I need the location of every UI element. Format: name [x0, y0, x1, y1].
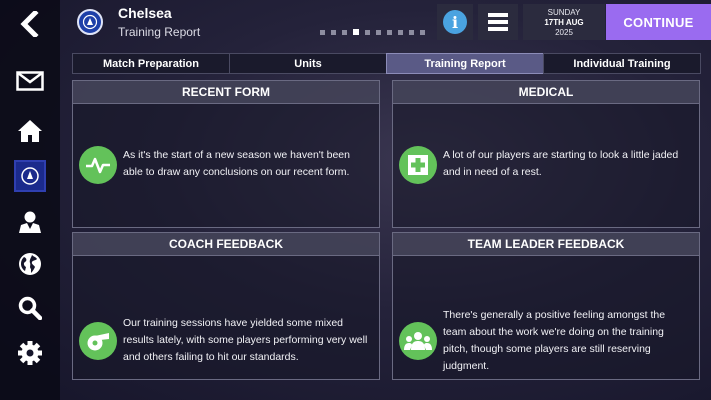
- date-main: 17TH AUG: [544, 18, 584, 27]
- whistle-icon: [79, 322, 117, 360]
- date-day: SUNDAY: [547, 8, 581, 17]
- card-text: Our training sessions have yielded some …: [123, 317, 368, 363]
- page-dot: [342, 29, 347, 35]
- card-title: COACH FEEDBACK: [73, 233, 379, 256]
- card-text: A lot of our players are starting to loo…: [443, 149, 679, 178]
- card-text: As it's the start of a new season we hav…: [123, 149, 350, 178]
- card-text: There's generally a positive feeling amo…: [443, 309, 666, 372]
- sidebar: [0, 0, 60, 400]
- team-leader-feedback-card: TEAM LEADER FEEDBACK There's generally a…: [392, 232, 700, 380]
- tab-units[interactable]: Units: [229, 53, 387, 74]
- page-dot: [398, 29, 403, 35]
- recent-form-card: RECENT FORM As it's the start of a new s…: [72, 80, 380, 228]
- card-title: MEDICAL: [393, 81, 699, 104]
- card-title: TEAM LEADER FEEDBACK: [393, 233, 699, 256]
- person-icon: [19, 211, 41, 233]
- menu-button[interactable]: [478, 4, 518, 40]
- home-button[interactable]: [12, 113, 48, 149]
- squad-button[interactable]: [12, 204, 48, 240]
- continue-button[interactable]: CONTINUE: [606, 4, 711, 40]
- page-dot: [409, 29, 414, 35]
- page-dot: [353, 29, 359, 35]
- mail-icon: [16, 71, 44, 91]
- tab-training-report[interactable]: Training Report: [386, 53, 544, 74]
- date-year: 2025: [555, 28, 573, 37]
- tab-bar: Match Preparation Units Training Report …: [72, 53, 701, 74]
- page-dot: [420, 29, 425, 35]
- page-dot: [331, 29, 336, 35]
- pulse-icon: [79, 146, 117, 184]
- world-button[interactable]: [12, 246, 48, 282]
- page-dot: [320, 29, 325, 35]
- tab-match-preparation[interactable]: Match Preparation: [72, 53, 230, 74]
- info-button[interactable]: i: [437, 4, 473, 40]
- club-crest-icon: [77, 9, 103, 35]
- medical-card: MEDICAL A lot of our players are startin…: [392, 80, 700, 228]
- home-icon: [18, 120, 42, 142]
- settings-button[interactable]: [12, 335, 48, 371]
- inbox-button[interactable]: [12, 63, 48, 99]
- back-arrow-icon: [20, 11, 39, 37]
- page-subtitle: Training Report: [118, 25, 201, 39]
- search-button[interactable]: [12, 290, 48, 326]
- info-icon: i: [443, 10, 467, 34]
- settings-gear-icon: [18, 341, 42, 365]
- club-badge-icon: [14, 160, 46, 192]
- page-dot: [376, 29, 381, 35]
- page-indicator: [320, 29, 425, 35]
- page-dot: [387, 29, 392, 35]
- back-button[interactable]: [12, 6, 48, 42]
- club-button[interactable]: [12, 158, 48, 194]
- menu-icon: [488, 13, 508, 31]
- group-icon: [399, 322, 437, 360]
- coach-feedback-card: COACH FEEDBACK Our training sessions hav…: [72, 232, 380, 380]
- card-title: RECENT FORM: [73, 81, 379, 104]
- top-bar: Chelsea Training Report i SUNDAY 17TH AU…: [60, 0, 711, 46]
- tab-individual-training[interactable]: Individual Training: [543, 53, 701, 74]
- medical-cross-icon: [399, 146, 437, 184]
- club-name: Chelsea: [118, 5, 172, 21]
- current-date: SUNDAY 17TH AUG 2025: [523, 4, 605, 40]
- page-dot: [365, 29, 370, 35]
- search-icon: [18, 296, 42, 320]
- globe-icon: [19, 253, 41, 275]
